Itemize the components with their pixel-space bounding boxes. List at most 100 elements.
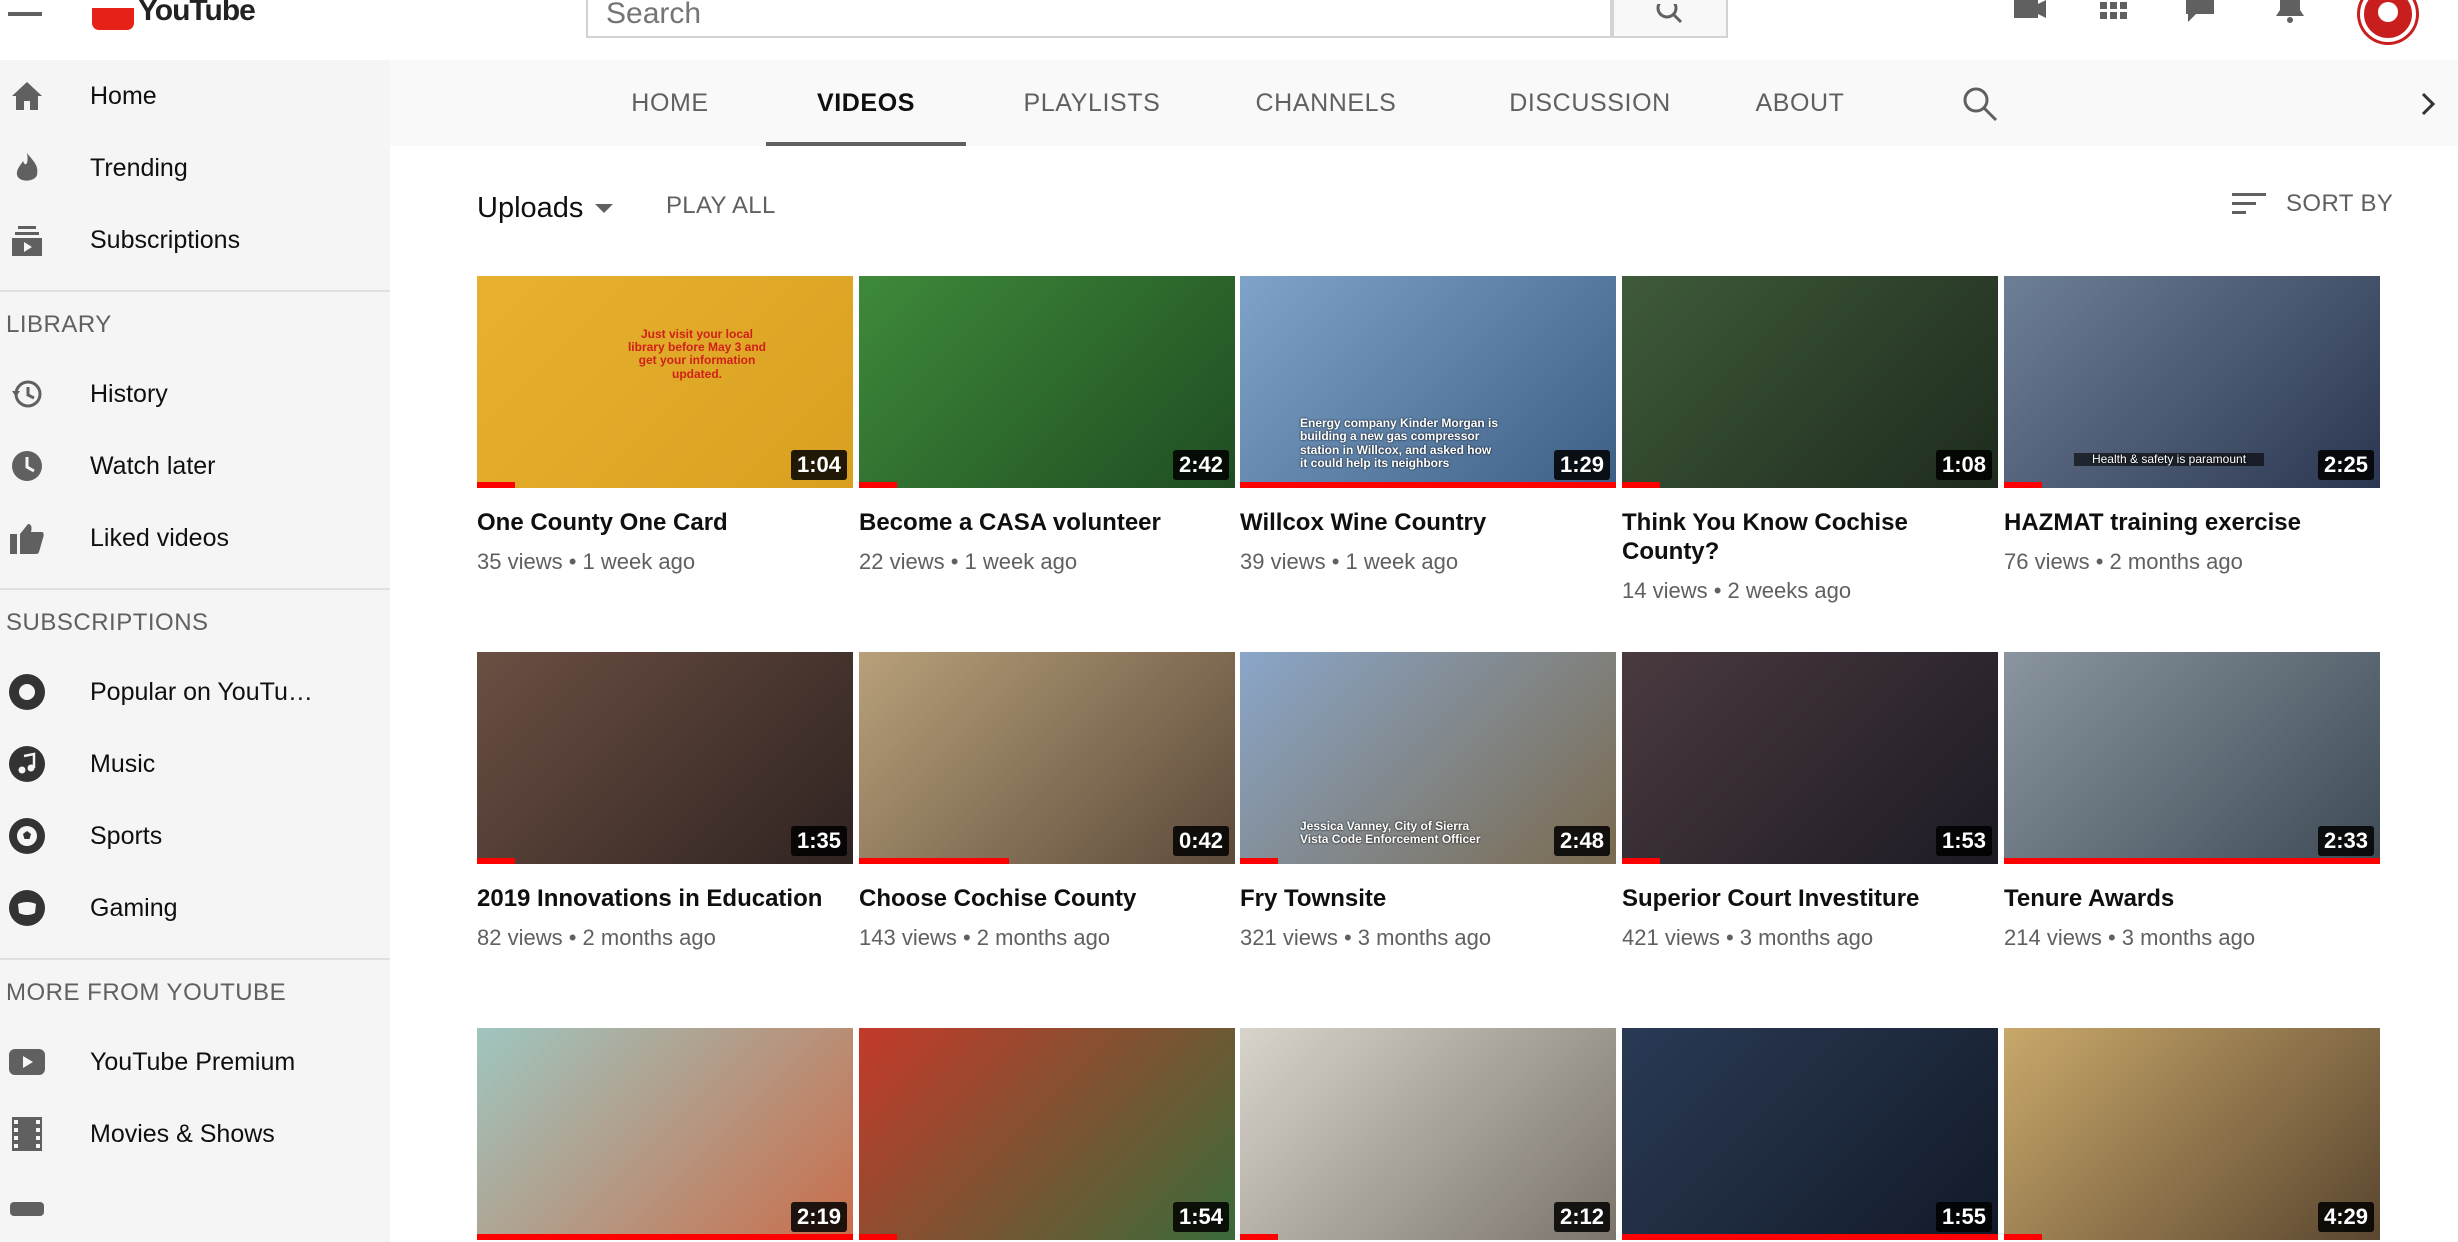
sidebar-item-history[interactable]: History [0,358,390,430]
search-input[interactable] [588,0,1610,36]
sidebar-item-watch-later[interactable]: Watch later [0,430,390,502]
sidebar-item-label: Subscriptions [90,225,241,254]
movies-icon [8,1115,46,1153]
sidebar-item-youtube-premium[interactable]: YouTube Premium [0,1026,390,1098]
tab-about[interactable]: ABOUT [1730,60,1870,146]
video-thumbnail[interactable]: 2:19 [477,1028,853,1240]
uploads-dropdown[interactable]: Uploads [477,188,614,228]
video-title[interactable]: 2019 Innovations in Education [477,884,853,913]
notifications-bell-icon[interactable] [2272,0,2308,24]
video-metadata: 82 views • 2 months ago [477,925,853,951]
video-card[interactable]: 2:12 [1240,1028,1616,1240]
video-card[interactable]: Energy company Kinder Morgan is building… [1240,276,1616,575]
watch-progress-bar [477,482,515,488]
video-thumbnail[interactable]: Energy company Kinder Morgan is building… [1240,276,1616,488]
library-heading: LIBRARY [6,311,112,338]
search-box[interactable] [586,0,1612,38]
video-card[interactable]: 1:53 Superior Court Investiture 421 views … [1622,652,1998,951]
sidebar-item-home[interactable]: Home [0,60,390,132]
video-title[interactable]: Superior Court Investiture [1622,884,1998,913]
video-view-count: 214 views [2004,925,2102,950]
upload-video-icon[interactable] [2012,0,2048,24]
youtube-logo[interactable]: YouTube [92,0,256,30]
video-view-count: 22 views [859,549,945,574]
sidebar-item-label: Watch later [90,451,216,480]
video-thumbnail[interactable]: 1:54 [859,1028,1235,1240]
video-card[interactable]: 0:42 Choose Cochise County 143 views • 2 m… [859,652,1235,951]
sort-by-button[interactable]: SORT BY [2232,190,2393,218]
video-title[interactable]: HAZMAT training exercise [2004,508,2380,537]
video-title[interactable]: Fry Townsite [1240,884,1616,913]
watch-progress-bar [2004,858,2380,864]
video-thumbnail[interactable]: 4:29 [2004,1028,2380,1240]
video-thumbnail[interactable]: 2:42 [859,276,1235,488]
video-view-count: 421 views [1622,925,1720,950]
video-thumbnail[interactable]: 2:12 [1240,1028,1616,1240]
sidebar-item-movies-and-shows[interactable]: Movies & Shows [0,1098,390,1170]
video-thumbnail[interactable]: Just visit your local library before May… [477,276,853,488]
video-thumbnail[interactable]: 2:33 [2004,652,2380,864]
video-card[interactable]: 4:29 [2004,1028,2380,1240]
video-metadata: 14 views • 2 weeks ago [1622,578,1998,604]
video-upload-age: 3 months ago [1739,925,1874,950]
video-thumbnail[interactable]: Jessica Vanney, City of Sierra Vista Cod… [1240,652,1616,864]
video-view-count: 39 views [1240,549,1326,574]
video-card[interactable]: 1:35 2019 Innovations in Education 82 view… [477,652,853,951]
video-card[interactable]: Health & safety is paramount 2:25 HAZMAT t… [2004,276,2380,575]
liked-videos-icon [8,519,46,557]
video-card[interactable]: Jessica Vanney, City of Sierra Vista Cod… [1240,652,1616,951]
video-thumbnail[interactable]: 1:35 [477,652,853,864]
sidebar-item-liked-videos[interactable]: Liked videos [0,502,390,574]
video-card[interactable]: 2:42 Become a CASA volunteer 22 views • 1 … [859,276,1235,575]
video-card[interactable]: 2:19 [477,1028,853,1240]
tab-discussion[interactable]: DISCUSSION [1490,60,1690,146]
video-thumbnail[interactable]: 0:42 [859,652,1235,864]
sidebar-item-partial[interactable] [0,1170,390,1242]
video-card[interactable]: Just visit your local library before May… [477,276,853,575]
video-title[interactable]: Choose Cochise County [859,884,1235,913]
video-duration: 2:19 [790,1202,847,1232]
video-thumbnail[interactable]: 1:53 [1622,652,1998,864]
video-title[interactable]: Become a CASA volunteer [859,508,1235,537]
apps-grid-icon[interactable] [2096,0,2132,24]
sidebar-item-subscriptions[interactable]: Subscriptions [0,204,390,276]
video-card[interactable]: 2:33 Tenure Awards 214 views • 3 months ag… [2004,652,2380,951]
video-metadata: 35 views • 1 week ago [477,549,853,575]
subscriptions-heading: SUBSCRIPTIONS [6,609,209,636]
video-thumbnail[interactable]: 1:08 [1622,276,1998,488]
video-duration: 2:33 [2317,826,2374,856]
metadata-separator: • [2101,925,2122,950]
watch-progress-bar [477,1234,853,1240]
account-avatar[interactable] [2360,0,2416,42]
video-upload-age: 2 months ago [582,925,716,950]
sidebar-item-trending[interactable]: Trending [0,132,390,204]
video-card[interactable]: 1:54 [859,1028,1235,1240]
chevron-right-icon[interactable] [2410,86,2446,122]
video-title[interactable]: Tenure Awards [2004,884,2380,913]
tab-home[interactable]: HOME [610,60,730,146]
video-duration: 1:08 [1935,450,1992,480]
video-thumbnail[interactable]: Health & safety is paramount 2:25 [2004,276,2380,488]
sidebar-item-gaming[interactable]: Gaming [0,872,390,944]
sidebar-item-sports[interactable]: Sports [0,800,390,872]
play-all-button[interactable]: PLAY ALL [666,192,776,220]
video-title[interactable]: Willcox Wine Country [1240,508,1616,537]
video-title[interactable]: One County One Card [477,508,853,537]
channel-search-icon[interactable] [1960,84,2000,124]
video-duration: 1:53 [1935,826,1992,856]
sidebar-item-music[interactable]: Music [0,728,390,800]
video-title[interactable]: Think You Know Cochise County? [1622,508,1998,566]
more-from-youtube-heading: MORE FROM YOUTUBE [6,979,287,1006]
tab-playlists[interactable]: PLAYLISTS [1002,60,1182,146]
video-card[interactable]: 1:55 [1622,1028,1998,1240]
guide-menu-icon[interactable] [8,0,42,16]
video-thumbnail[interactable]: 1:55 [1622,1028,1998,1240]
subscriptions-icon [8,221,46,259]
tab-videos[interactable]: VIDEOS [766,60,966,146]
tab-channels[interactable]: CHANNELS [1226,60,1426,146]
search-button[interactable] [1612,0,1728,38]
watch-progress-bar [1240,858,1278,864]
video-card[interactable]: 1:08 Think You Know Cochise County? 14 vie… [1622,276,1998,604]
messages-icon[interactable] [2182,0,2218,24]
sidebar-item-popular-on-youtube[interactable]: Popular on YouTu… [0,656,390,728]
